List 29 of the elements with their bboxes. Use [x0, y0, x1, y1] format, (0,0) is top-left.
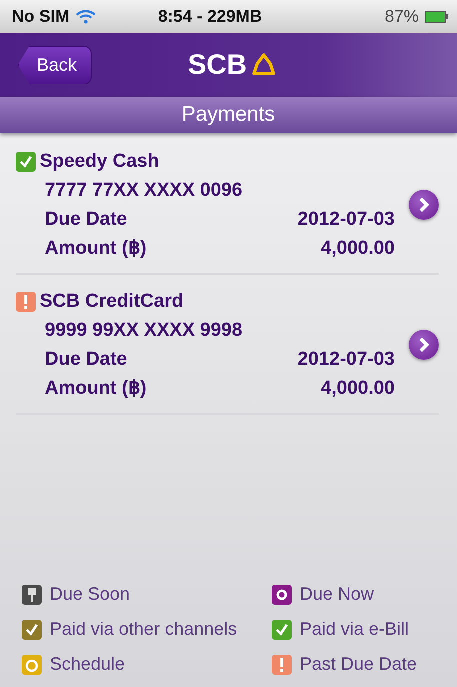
- battery-icon: [425, 10, 449, 22]
- legend-label: Past Due Date: [300, 654, 418, 675]
- legend-label: Due Now: [300, 584, 374, 605]
- wifi-icon: [76, 10, 96, 24]
- battery-text: 87%: [384, 6, 419, 26]
- carrier-text: No SIM: [12, 6, 70, 26]
- due-date-value: 2012-07-03: [298, 348, 395, 372]
- legend-label: Paid via other channels: [50, 619, 238, 640]
- due-date-value: 2012-07-03: [298, 208, 395, 232]
- legend-label: Paid via e-Bill: [300, 619, 410, 640]
- amount-value: 4,000.00: [321, 237, 395, 261]
- back-button[interactable]: Back: [18, 46, 92, 84]
- legend-label: Schedule: [50, 654, 126, 675]
- amount-label: Amount (฿): [45, 237, 147, 261]
- amount-label: Amount (฿): [45, 377, 147, 401]
- logo-text: SCB: [188, 49, 248, 81]
- account-number: 9999 99XX XXXX 9998: [44, 319, 244, 343]
- detail-button[interactable]: [409, 190, 439, 220]
- payee-name: SCB CreditCard: [40, 290, 184, 314]
- account-number: 7777 77XX XXXX 0096: [44, 179, 244, 203]
- clock-text: 8:54 - 229MB: [157, 6, 264, 26]
- amount-value: 4,000.00: [321, 377, 395, 401]
- logo-icon: [251, 52, 278, 78]
- legend-label: Due Soon: [50, 584, 130, 605]
- page-title: Payments: [182, 103, 276, 127]
- due-date-label: Due Date: [45, 348, 128, 372]
- payee-name: Speedy Cash: [40, 150, 160, 174]
- due-date-label: Due Date: [45, 208, 128, 232]
- detail-button[interactable]: [409, 330, 439, 360]
